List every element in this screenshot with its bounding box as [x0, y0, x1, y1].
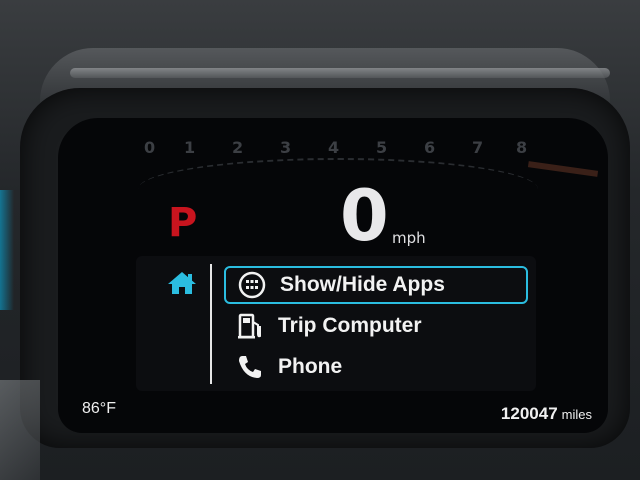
menu-item-trip-computer[interactable]: Trip Computer [224, 307, 528, 345]
menu-item-label: Show/Hide Apps [280, 273, 445, 296]
home-icon[interactable] [166, 270, 198, 296]
tachometer-arc [138, 158, 538, 220]
tick-label: 8 [516, 138, 528, 157]
gear-indicator: P [168, 200, 198, 246]
tick-label: 1 [184, 138, 196, 157]
temperature-unit: °F [99, 400, 116, 417]
tick-label: 6 [424, 138, 436, 157]
menu-item-label: Trip Computer [278, 314, 422, 337]
ambient-light [0, 190, 14, 310]
tick-label: 2 [232, 138, 244, 157]
odometer-value: 120047 [500, 404, 558, 423]
tick-label: 3 [280, 138, 292, 157]
odometer: 120047 miles [501, 404, 592, 424]
hood-highlight [70, 68, 610, 78]
menu-item-label: Phone [278, 355, 343, 378]
menu-panel: Show/Hide Apps Trip Computer Phone [136, 256, 536, 391]
tick-label: 5 [376, 138, 388, 157]
outside-temperature: 86°F [82, 400, 116, 418]
phone-icon [234, 353, 266, 381]
instrument-display: 0 1 2 3 4 5 6 7 8 P 0 mph Show/Hide Apps… [58, 118, 608, 433]
tick-label: 0 [144, 138, 156, 157]
tachometer-ticks: 0 1 2 3 4 5 6 7 8 [144, 138, 528, 162]
tachometer-redzone [527, 161, 599, 177]
menu-item-phone[interactable]: Phone [224, 348, 528, 386]
window-reflection [0, 380, 40, 480]
odometer-unit: miles [561, 407, 592, 422]
dashboard: 0 1 2 3 4 5 6 7 8 P 0 mph Show/Hide Apps… [0, 0, 640, 480]
apps-grid-icon [236, 271, 268, 299]
speed-unit: mph [392, 229, 426, 247]
tick-label: 4 [328, 138, 340, 157]
speed-readout: 0 [340, 175, 389, 257]
fuel-pump-icon [234, 312, 266, 340]
temperature-value: 86 [82, 400, 100, 417]
tick-label: 7 [472, 138, 484, 157]
menu-item-show-hide-apps[interactable]: Show/Hide Apps [224, 266, 528, 304]
menu-divider [210, 264, 212, 384]
